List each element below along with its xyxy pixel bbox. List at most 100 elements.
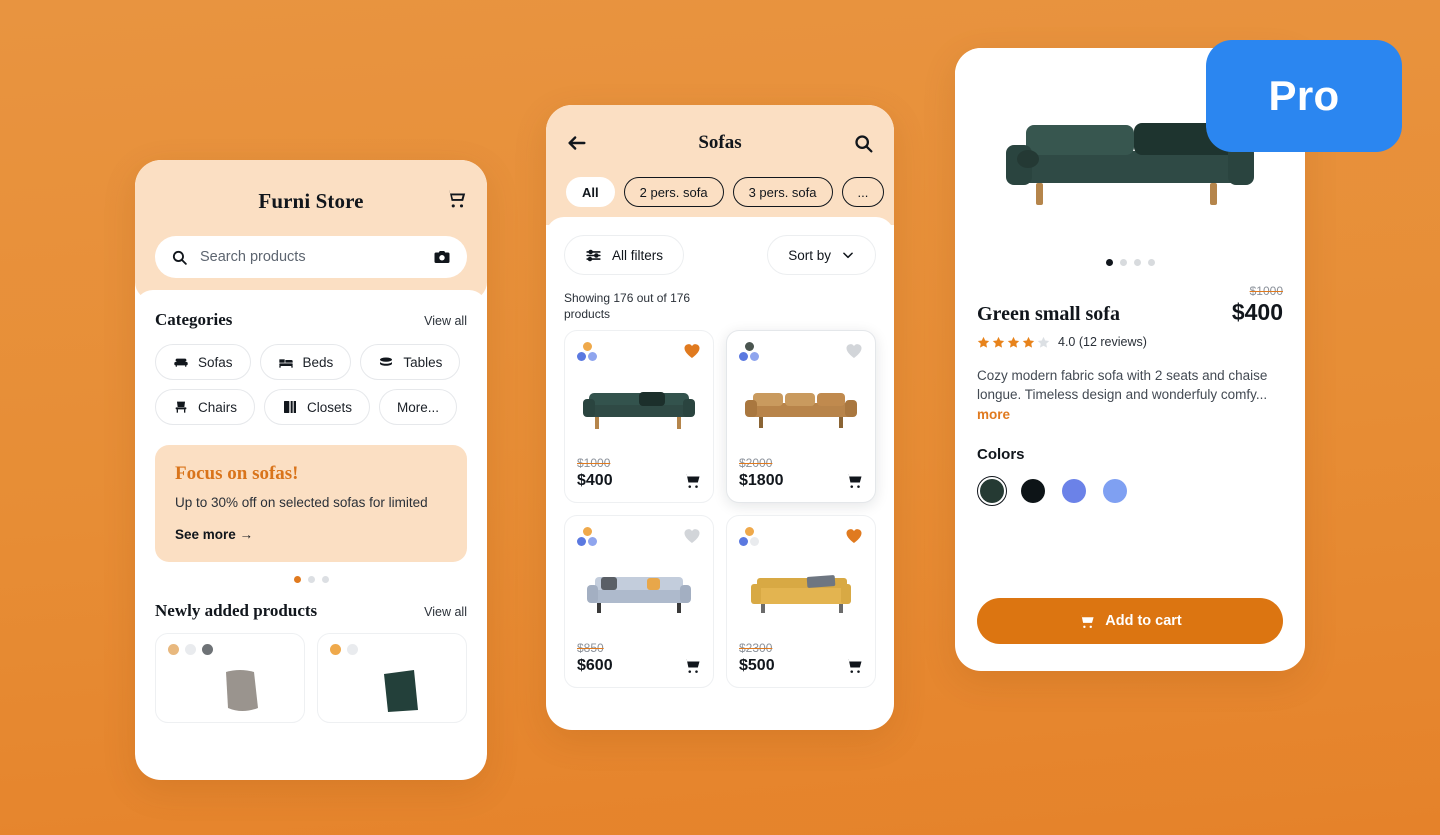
- color-dot[interactable]: [745, 342, 754, 352]
- gallery-dot[interactable]: [1119, 259, 1127, 266]
- gallery-dot[interactable]: [1105, 259, 1113, 266]
- color-swatch-black[interactable]: [1018, 476, 1048, 506]
- all-filters-label: All filters: [612, 247, 664, 263]
- color-swatch-blue[interactable]: [1059, 476, 1089, 506]
- search-icon[interactable]: [853, 133, 874, 154]
- category-chip-label: Sofas: [198, 354, 233, 370]
- gallery-dot[interactable]: [1133, 259, 1141, 266]
- favorite-heart-icon[interactable]: [845, 527, 863, 544]
- old-price: $2300: [739, 641, 773, 656]
- pro-badge[interactable]: Pro: [1206, 40, 1402, 152]
- color-dot[interactable]: [750, 537, 759, 547]
- color-dots: [739, 342, 763, 364]
- category-chip-chairs[interactable]: Chairs: [155, 389, 256, 425]
- color-dot[interactable]: [202, 643, 213, 655]
- category-chip-label: Chairs: [198, 399, 238, 415]
- newly-added-card[interactable]: [317, 632, 467, 723]
- carousel-dot[interactable]: [321, 575, 329, 583]
- categories-view-all[interactable]: View all: [424, 314, 467, 328]
- product-name: Green small sofa: [977, 303, 1120, 325]
- gallery-dot[interactable]: [1147, 259, 1155, 266]
- filter-chip-3pers[interactable]: 3 pers. sofa: [732, 177, 833, 207]
- favorite-heart-icon[interactable]: [683, 342, 701, 359]
- promo-title: Focus on sofas!: [175, 463, 299, 484]
- color-swatch-light-blue[interactable]: [1100, 476, 1130, 506]
- color-dot[interactable]: [185, 643, 196, 655]
- camera-icon[interactable]: [433, 248, 451, 266]
- product-list-phone-screen: Sofas All 2 pers. sofa 3 pers. sofa ... …: [546, 105, 894, 730]
- product-card[interactable]: $2000 $1800: [726, 330, 876, 504]
- colors-label: Colors: [977, 445, 1025, 463]
- color-dot[interactable]: [739, 537, 748, 547]
- add-to-cart-icon[interactable]: [683, 657, 701, 675]
- swatch-dot: [1062, 478, 1086, 503]
- product-image: [577, 557, 701, 635]
- favorite-heart-icon[interactable]: [845, 342, 863, 359]
- category-chip-closets[interactable]: Closets: [264, 389, 371, 425]
- add-to-cart-button[interactable]: Add to cart: [977, 598, 1283, 644]
- rating-text: 4.0 (12 reviews): [1058, 335, 1147, 349]
- filter-chip-list: All 2 pers. sofa 3 pers. sofa ...: [566, 177, 885, 207]
- promo-banner[interactable]: Focus on sofas! Up to 30% off on selecte…: [155, 445, 467, 562]
- color-dot[interactable]: [347, 643, 358, 655]
- color-dot[interactable]: [577, 352, 586, 362]
- newly-added-card[interactable]: [155, 632, 305, 723]
- category-chip-more[interactable]: More...: [379, 389, 458, 425]
- all-filters-button[interactable]: All filters: [564, 235, 685, 275]
- promo-carousel-dots: [155, 575, 467, 583]
- add-to-cart-icon[interactable]: [845, 472, 863, 490]
- category-chip-tables[interactable]: Tables: [360, 344, 461, 380]
- color-dot[interactable]: [588, 537, 597, 547]
- color-dot[interactable]: [583, 527, 592, 537]
- carousel-dot[interactable]: [307, 575, 315, 583]
- newly-added-card-list: [155, 632, 467, 723]
- color-swatch-list: [977, 475, 1283, 506]
- search-input[interactable]: Search products: [155, 236, 467, 278]
- color-swatch-green[interactable]: [977, 475, 1007, 506]
- add-to-cart-icon[interactable]: [683, 472, 701, 490]
- old-price: $850: [577, 641, 604, 656]
- price: $500: [739, 657, 775, 675]
- color-dot[interactable]: [588, 352, 597, 362]
- product-image: [577, 372, 701, 450]
- category-chip-beds[interactable]: Beds: [259, 344, 352, 380]
- color-dot[interactable]: [739, 352, 748, 362]
- sliders-icon: [586, 249, 601, 261]
- color-dot[interactable]: [750, 352, 759, 362]
- categories-header: Categories View all: [155, 310, 467, 330]
- add-to-cart-icon[interactable]: [845, 657, 863, 675]
- product-card[interactable]: $850 $600: [564, 515, 714, 689]
- newly-added-section: Newly added products View all: [155, 601, 467, 723]
- price: $400: [577, 472, 613, 490]
- shopping-cart-icon[interactable]: [445, 188, 467, 210]
- star-icon-empty: [1037, 336, 1050, 348]
- filter-chip-more[interactable]: ...: [841, 177, 885, 207]
- color-dot[interactable]: [168, 643, 179, 655]
- color-dot[interactable]: [577, 537, 586, 547]
- filter-chip-all[interactable]: All: [566, 177, 615, 207]
- arrow-left-icon[interactable]: [566, 132, 588, 154]
- color-dot[interactable]: [745, 527, 754, 537]
- swatch-dot: [1021, 478, 1045, 503]
- category-chip-sofas[interactable]: Sofas: [155, 344, 251, 380]
- carousel-dot[interactable]: [293, 575, 301, 583]
- color-dots: [739, 527, 763, 549]
- filter-chip-2pers[interactable]: 2 pers. sofa: [623, 177, 724, 207]
- sort-by-select[interactable]: Sort by: [767, 235, 876, 275]
- price: $400: [1231, 299, 1283, 325]
- favorite-heart-icon[interactable]: [683, 527, 701, 544]
- category-chip-label: Closets: [307, 399, 353, 415]
- promo-see-more-link[interactable]: See more →: [175, 527, 447, 542]
- product-card[interactable]: $1000 $400: [564, 330, 714, 504]
- star-icon: [1007, 336, 1020, 348]
- read-more-link[interactable]: more: [977, 407, 1010, 422]
- search-icon: [172, 250, 187, 265]
- color-dot[interactable]: [583, 342, 592, 352]
- color-dots: [577, 527, 601, 549]
- newly-added-view-all[interactable]: View all: [424, 605, 467, 619]
- color-dot[interactable]: [330, 643, 341, 655]
- color-dots: [168, 643, 292, 655]
- old-price: $1000: [1249, 284, 1283, 298]
- product-card[interactable]: $2300 $500: [726, 515, 876, 689]
- home-header: Furni Store Search products: [135, 160, 487, 300]
